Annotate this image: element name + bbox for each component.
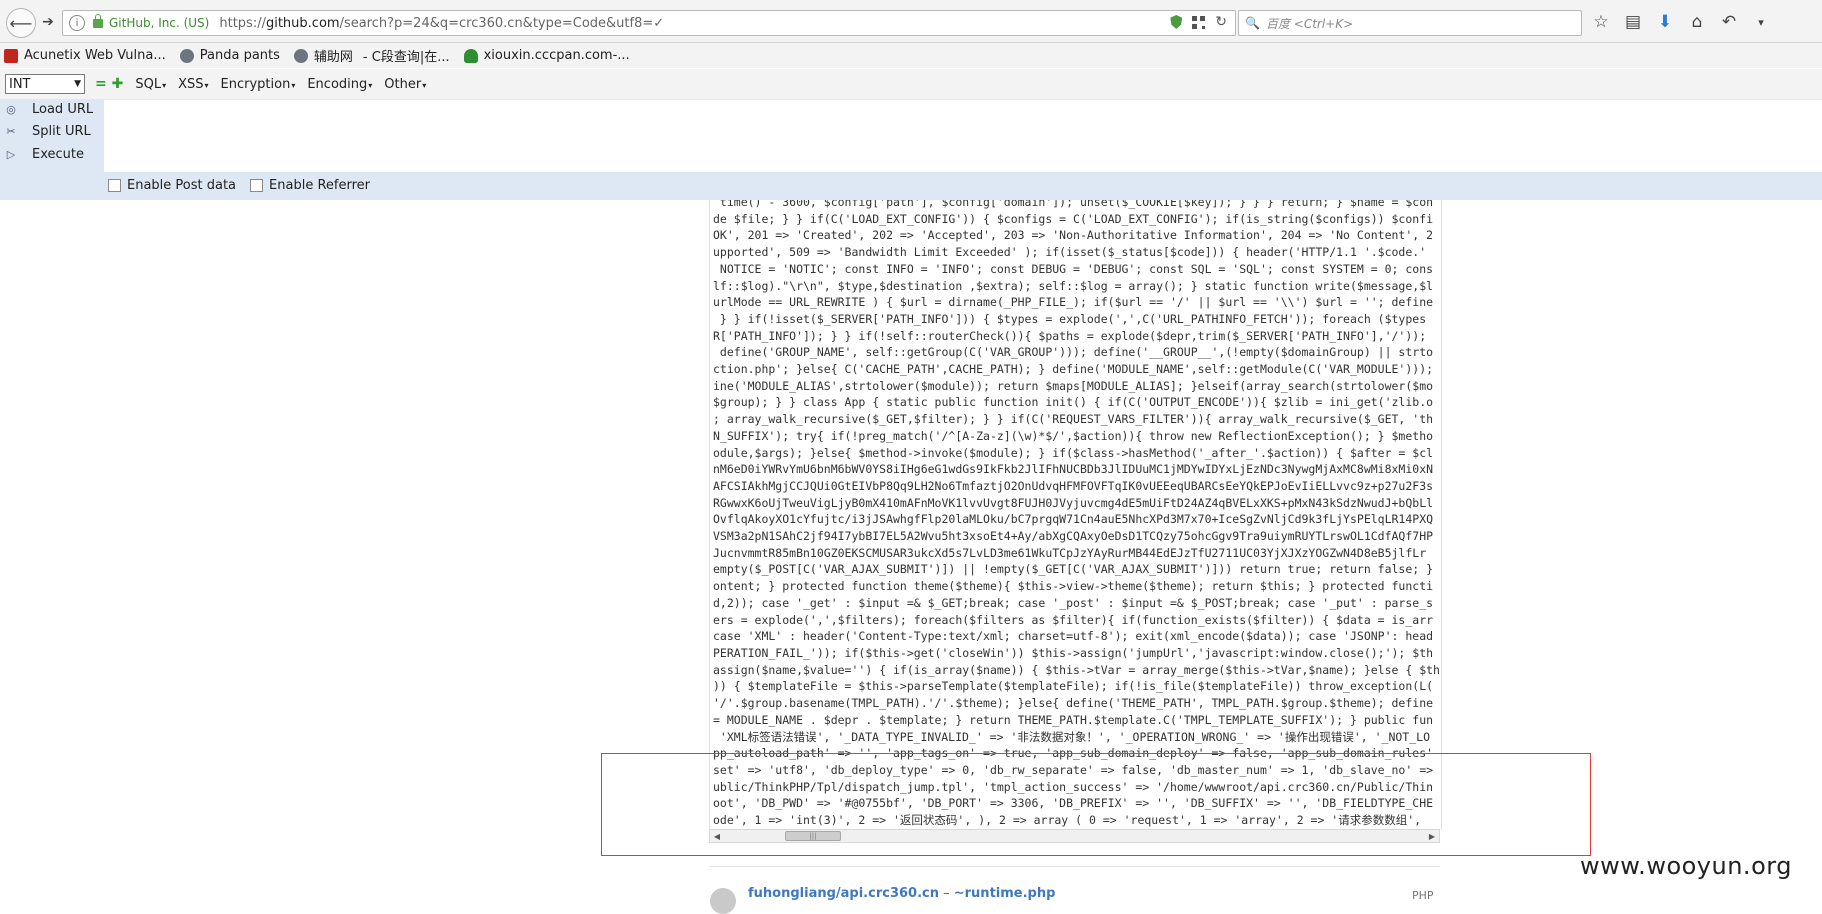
avatar[interactable] (710, 888, 736, 914)
chevron-down-icon: ▼ (74, 79, 81, 89)
code-line: N_SUFFIX'); try{ if(!preg_match('/^[A-Za… (713, 428, 1434, 443)
enable-referrer-checkbox[interactable]: Enable Referrer (250, 178, 370, 193)
code-line: R['PATH_INFO']); } } if(!self::routerChe… (713, 328, 1427, 343)
search-bar[interactable]: 🔍 百度 <Ctrl+K> (1238, 10, 1582, 36)
code-line: = MODULE_NAME . $depr . $template; } ret… (713, 712, 1434, 727)
menu-xss[interactable]: XSS (178, 77, 208, 92)
code-line: define('GROUP_NAME', self::getGroup(C('V… (713, 345, 1434, 360)
code-line: AFCSIAkhMgjCCJQUi0GtEIVbP8Qq9LH2No6Tmfaz… (713, 478, 1434, 493)
code-line: 'XML标签语法错误', '_DATA_TYPE_INVALID_' => '非… (713, 729, 1430, 744)
language-label: PHP (1412, 889, 1434, 902)
int-select[interactable]: INT ▼ (5, 74, 85, 94)
code-line: assign($name,$value='') { if(is_array($n… (713, 662, 1440, 677)
code-line: empty($_POST[C('VAR_AJAX_SUBMIT')]) || !… (713, 562, 1434, 577)
menu-other[interactable]: Other (384, 77, 426, 92)
code-line: OK', 201 => 'Created', 202 => 'Accepted'… (713, 228, 1434, 243)
bookmark-acunetix[interactable]: Acunetix Web Vulna... (0, 48, 166, 63)
checkbox-box (108, 179, 121, 192)
address-bar[interactable]: i GitHub, Inc. (US) https://github.com/s… (62, 10, 1236, 36)
enable-post-checkbox[interactable]: Enable Post data (108, 178, 236, 193)
lock-icon (93, 13, 103, 28)
back-icon: ⟵ (9, 13, 33, 33)
code-line: ction.php'; }else{ C('CACHE_PATH',CACHE_… (713, 362, 1434, 377)
url-textarea[interactable] (104, 100, 1822, 172)
execute-button[interactable]: ▷ Execute (4, 147, 84, 162)
acunetix-icon (4, 48, 18, 63)
bookmark-c-segment[interactable]: - C段查询|在... (363, 46, 450, 65)
code-line: de $file; } } if(C('LOAD_EXT_CONFIG')) {… (713, 211, 1434, 226)
info-icon[interactable]: i (69, 15, 85, 31)
hackbar-panel: ◎ Load URL ✂ Split URL ▷ Execute Enable … (0, 99, 1822, 200)
bookmark-fuzhuwang[interactable]: 辅助网 (290, 46, 353, 65)
code-line: ers = explode(',',$filters); foreach($fi… (713, 612, 1434, 627)
code-lines: time() - 3600, $config['path'], $config[… (713, 200, 1440, 829)
checkbox-box (250, 179, 264, 192)
forward-button[interactable]: ➔ (38, 12, 58, 32)
code-line: VSM3a2pN1SAhC2jf94I7ybBI7EL5A2Wvu5ht3xso… (713, 529, 1434, 544)
code-preview[interactable]: time() - 3600, $config['path'], $config[… (709, 200, 1442, 830)
hackbar-menu: INT ▼ = ✚ SQL XSS Encryption Encoding Ot… (0, 69, 1822, 99)
code-line: lf::$log)."\r\n", $type,$destination ,$e… (713, 278, 1434, 293)
reload-icon[interactable]: ↻ (1215, 14, 1227, 30)
undo-icon[interactable]: ↶ (1720, 12, 1738, 32)
qr-code-icon[interactable] (1192, 15, 1206, 29)
menu-sql[interactable]: SQL (135, 77, 166, 92)
code-line: )) { $templateFile = $this->parseTemplat… (713, 679, 1434, 694)
menu-dropdown-icon[interactable]: ▾ (1752, 16, 1770, 29)
split-url-button[interactable]: ✂ Split URL (4, 124, 90, 139)
search-icon[interactable]: 🔍 (1245, 16, 1260, 30)
tree-icon (463, 48, 478, 63)
load-url-icon: ◎ (6, 103, 16, 116)
bookmark-panda-pants[interactable]: Panda pants (176, 48, 280, 63)
code-line: nM6eD0iYWRvYmU6bnM6bWV0YS8iIHg6eG1wdGs9I… (713, 462, 1434, 477)
result-divider (709, 866, 1440, 867)
code-line: odule,$args); }else{ $method->invoke($mo… (713, 445, 1434, 460)
code-line: NOTICE = 'NOTIC'; const INFO = 'INFO'; c… (713, 261, 1434, 276)
execute-icon: ▷ (6, 148, 16, 161)
globe-icon (179, 48, 194, 63)
bookmarks-toolbar: Acunetix Web Vulna... Panda pants 辅助网 - … (0, 43, 1822, 68)
code-line: PERATION_FAIL_')); if($this->get('closeW… (713, 645, 1434, 660)
code-line: JucnvmmtR85mBn10GZ0EKSCMUSAR3ukcXd5s7LvL… (713, 545, 1427, 560)
search-placeholder: 百度 <Ctrl+K> (1265, 16, 1354, 31)
code-line: urlMode == URL_REWRITE ) { $url = dirnam… (713, 295, 1434, 310)
code-line: ; array_walk_recursive($_GET,$filter); }… (713, 412, 1434, 427)
back-button[interactable]: ⟵ (6, 8, 36, 38)
split-url-icon: ✂ (6, 125, 16, 138)
url-text[interactable]: https://github.com/search?p=24&q=crc360.… (219, 16, 664, 31)
code-line: ine('MODULE_ALIAS',strtolower($module));… (713, 378, 1434, 393)
bookmark-xiouxin[interactable]: xiouxin.cccpan.com-... (460, 48, 630, 63)
code-line: '/'.$group.basename(TMPL_PATH).'/'.$them… (713, 696, 1434, 711)
menu-encoding[interactable]: Encoding (307, 77, 372, 92)
menu-encryption[interactable]: Encryption (221, 77, 296, 92)
home-icon[interactable]: ⌂ (1688, 12, 1706, 32)
code-line: $group); } } class App { static public f… (713, 395, 1434, 410)
code-line: OvflqAkoyXO1cYfujtc/i3jJSAwhgfFlp20laMLO… (713, 512, 1434, 527)
code-line: upported', 509 => 'Bandwidth Limit Excee… (713, 245, 1427, 260)
reading-list-icon[interactable]: ▤ (1624, 12, 1642, 32)
bookmark-star-icon[interactable]: ☆ (1592, 12, 1610, 32)
navigation-toolbar: ⟵ ➔ i GitHub, Inc. (US) https://github.c… (0, 0, 1822, 43)
watermark: www.wooyun.org (1580, 852, 1792, 880)
forward-icon: ➔ (42, 14, 54, 30)
code-line: case 'XML' : header('Content-Type:text/x… (713, 629, 1434, 644)
code-line: RGwwxK6oUjTweuVigLjyB0mX410mAFnMoVK1lvvU… (713, 495, 1434, 510)
code-line: d,2)); case '_get' : $input =& $_GET;bre… (713, 595, 1434, 610)
site-identity[interactable]: GitHub, Inc. (US) (109, 16, 209, 30)
highlight-box (601, 753, 1591, 856)
minus-plus-icon[interactable]: = ✚ (95, 76, 123, 92)
globe-icon (293, 48, 308, 63)
shield-icon[interactable] (1170, 15, 1183, 29)
code-line: time() - 3600, $config['path'], $config[… (713, 200, 1434, 209)
code-line: ontent; } protected function theme($them… (713, 579, 1434, 594)
load-url-button[interactable]: ◎ Load URL (4, 102, 93, 117)
download-icon[interactable]: ⬇ (1656, 12, 1674, 32)
code-line: } } if(!isset($_SERVER['PATH_INFO'])) { … (713, 311, 1427, 326)
